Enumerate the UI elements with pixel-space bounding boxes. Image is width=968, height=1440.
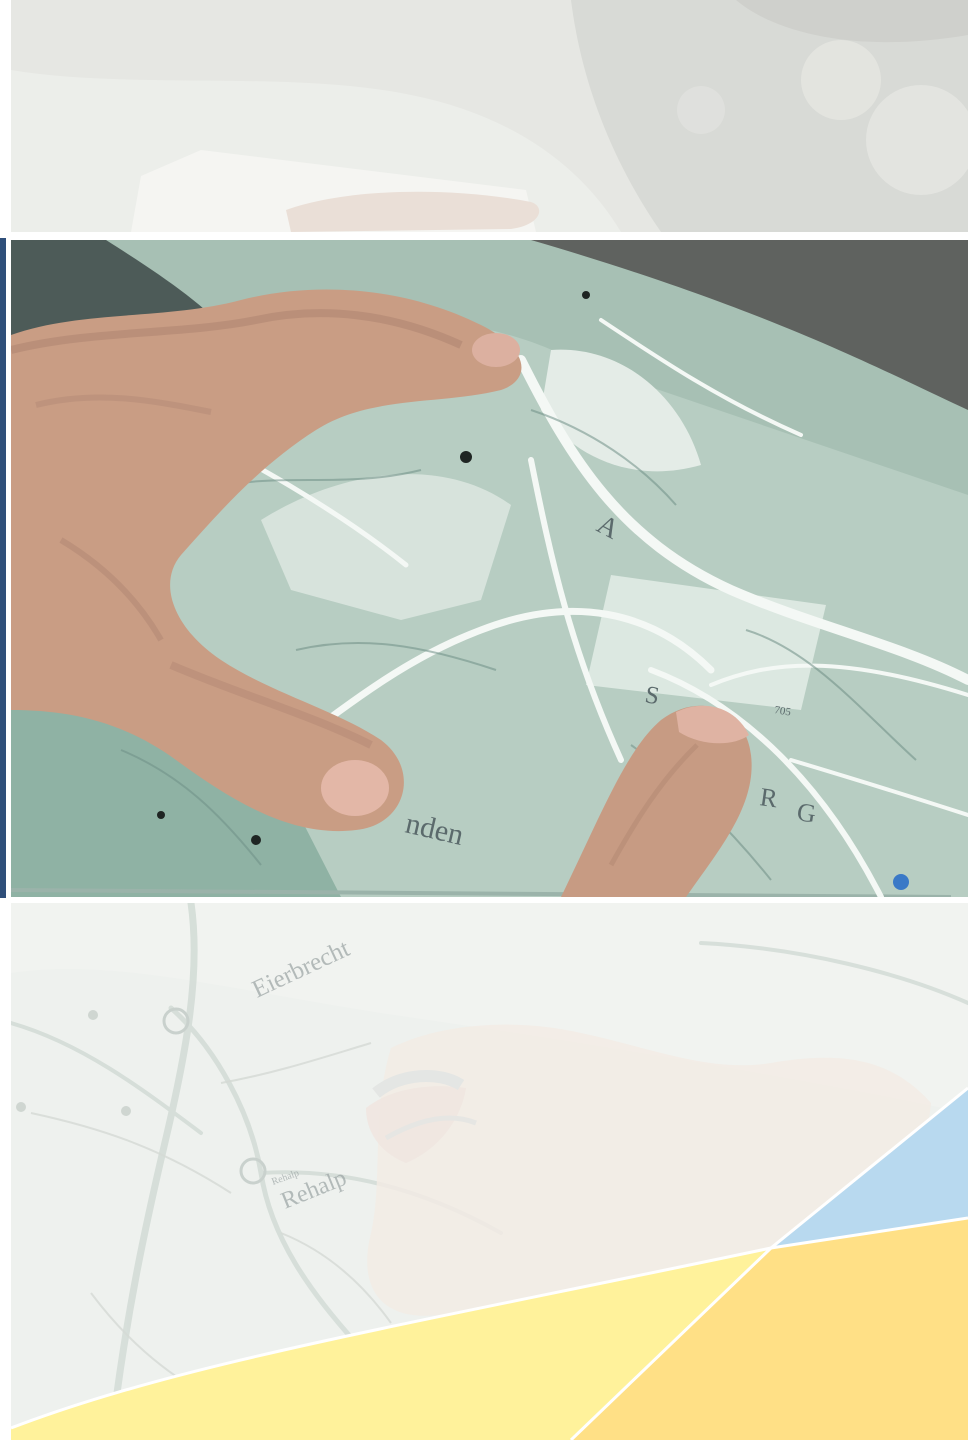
faded-stone-photo [11, 0, 968, 232]
left-accent-bar [0, 238, 6, 898]
top-photo-panel [11, 0, 968, 232]
image-stage: A S R G nden 705 Eierbrecht Rehalp Rehal… [0, 0, 968, 1440]
bottom-photo-panel: Eierbrecht Rehalp Rehalp [11, 903, 968, 1440]
middle-photo-panel: A S R G nden 705 [11, 240, 968, 897]
faded-map-photo: Eierbrecht Rehalp Rehalp [11, 903, 968, 1440]
hands-on-map-photo: A S R G nden 705 [11, 240, 968, 897]
map-label-g: G [795, 797, 818, 828]
